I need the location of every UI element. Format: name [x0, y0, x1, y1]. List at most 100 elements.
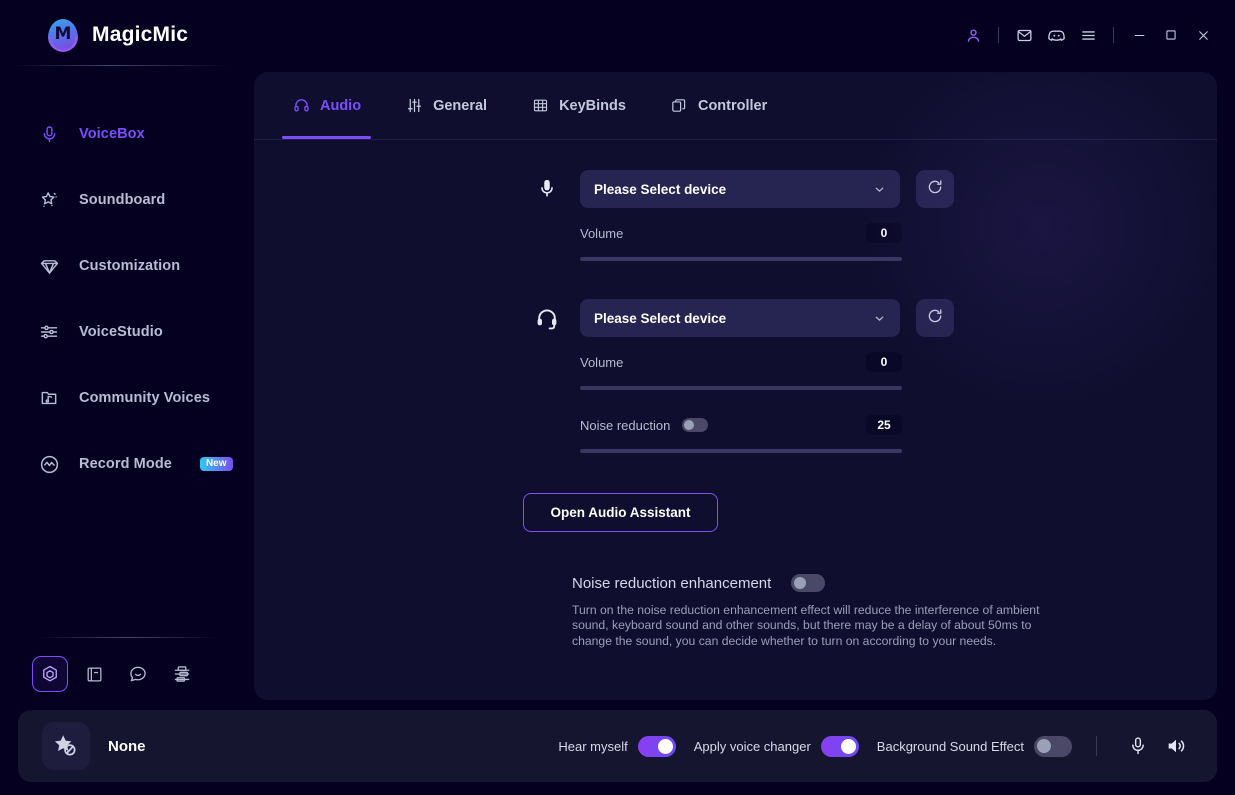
tab-bar: Audio General KeyBinds Controller	[254, 72, 1217, 140]
hear-myself-label: Hear myself	[558, 738, 628, 754]
noise-enhancement-toggle[interactable]	[791, 574, 826, 592]
sidebar-item-voicebox[interactable]: VoiceBox	[0, 113, 254, 155]
output-volume-value[interactable]: 0	[866, 352, 902, 372]
diamond-icon	[38, 255, 60, 277]
tab-general[interactable]: General	[383, 73, 509, 139]
noise-reduction-slider[interactable]	[580, 449, 902, 453]
apply-voice-changer-control: Apply voice changer	[693, 735, 859, 757]
divider	[1113, 27, 1114, 43]
noise-enhancement-description: Turn on the noise reduction enhancement …	[572, 603, 1040, 648]
background-sound-effect-label: Background Sound Effect	[876, 738, 1024, 754]
hear-myself-toggle[interactable]	[637, 735, 676, 757]
noise-reduction-label: Noise reduction	[580, 417, 671, 433]
sidebar-item-record-mode[interactable]: Record Mode New	[0, 443, 254, 485]
sidebar-item-customization[interactable]: Customization	[0, 245, 254, 287]
output-refresh-button[interactable]	[916, 299, 954, 337]
minimize-button[interactable]	[1123, 19, 1155, 51]
mail-icon[interactable]	[1008, 19, 1040, 51]
sidebar: VoiceBox Soundboard Customization VoiceS…	[0, 65, 254, 710]
tab-label: General	[433, 97, 488, 114]
background-sound-effect-control: Background Sound Effect	[876, 735, 1072, 757]
hexagon-target-icon[interactable]	[32, 656, 68, 692]
sidebar-item-label: Community Voices	[79, 390, 211, 406]
discord-icon[interactable]	[1040, 19, 1072, 51]
flowchart-icon[interactable]	[164, 656, 200, 692]
sidebar-nav: VoiceBox Soundboard Customization VoiceS…	[0, 113, 254, 509]
account-icon[interactable]	[957, 19, 989, 51]
noise-enhancement-title: Noise reduction enhancement	[572, 574, 772, 592]
input-device-value: Please Select device	[594, 181, 727, 197]
microphone-icon[interactable]	[1123, 731, 1153, 761]
output-device-row: Please Select device	[254, 299, 1217, 337]
current-voice-chip[interactable]: None	[42, 722, 146, 770]
tab-label: Controller	[697, 97, 768, 114]
noise-enhancement-head: Noise reduction enhancement	[572, 574, 1217, 592]
divider	[998, 27, 999, 43]
sliders-icon	[405, 97, 423, 115]
noise-enhancement-section: Noise reduction enhancement Turn on the …	[254, 574, 1217, 649]
star-none-icon	[42, 722, 90, 770]
divider	[1096, 736, 1097, 756]
sidebar-mini-icon-row	[32, 656, 200, 692]
grid-icon	[531, 97, 549, 115]
close-button[interactable]	[1187, 19, 1219, 51]
background-sound-effect-toggle[interactable]	[1034, 735, 1072, 757]
open-audio-assistant-button[interactable]: Open Audio Assistant	[523, 493, 718, 532]
sidebar-item-voicestudio[interactable]: VoiceStudio	[0, 311, 254, 353]
hear-myself-control: Hear myself	[558, 735, 676, 757]
speaker-icon[interactable]	[1161, 731, 1191, 761]
menu-icon[interactable]	[1072, 19, 1104, 51]
sidebar-bottom-divider	[38, 637, 218, 638]
brand: M MagicMic	[48, 19, 189, 52]
input-volume-head: Volume 0	[580, 222, 902, 244]
chat-bubble-icon[interactable]	[120, 656, 156, 692]
audio-assistant-row: Open Audio Assistant	[254, 493, 1217, 532]
input-device-row: Please Select device	[254, 170, 1217, 208]
input-device-select[interactable]: Please Select device	[580, 170, 900, 208]
tab-audio[interactable]: Audio	[270, 73, 383, 139]
sidebar-item-community-voices[interactable]: Community Voices	[0, 377, 254, 419]
tab-label: KeyBinds	[559, 97, 626, 114]
input-refresh-button[interactable]	[916, 170, 954, 208]
tab-keybinds[interactable]: KeyBinds	[509, 73, 648, 139]
book-icon[interactable]	[76, 656, 112, 692]
music-folder-icon	[38, 387, 60, 409]
headphones-icon	[292, 97, 310, 115]
noise-reduction-value[interactable]: 25	[866, 415, 902, 435]
waveform-circle-icon	[38, 453, 60, 475]
chevron-down-icon	[873, 312, 886, 325]
magicmic-logo-icon: M	[48, 19, 78, 52]
sidebar-item-label: Customization	[79, 258, 181, 274]
headset-icon	[530, 301, 564, 335]
sliders-icon	[38, 321, 60, 343]
app-title: MagicMic	[92, 23, 189, 46]
input-volume-label: Volume	[580, 225, 624, 241]
output-volume-slider-block: Volume 0	[254, 351, 902, 390]
copy-icon	[670, 97, 688, 115]
footer-controls: Hear myself Apply voice changer Backgrou…	[540, 731, 1191, 761]
noise-reduction-head: Noise reduction 25	[580, 414, 902, 436]
maximize-button[interactable]	[1155, 19, 1187, 51]
sidebar-item-label: Record Mode	[79, 456, 172, 472]
input-volume-value[interactable]: 0	[866, 223, 902, 243]
input-volume-slider[interactable]	[580, 257, 902, 261]
refresh-icon	[926, 178, 944, 201]
output-volume-label: Volume	[580, 354, 624, 370]
current-voice-name: None	[108, 737, 146, 755]
tab-controller[interactable]: Controller	[648, 73, 789, 139]
output-volume-head: Volume 0	[580, 351, 902, 373]
apply-voice-changer-toggle[interactable]	[820, 735, 859, 757]
output-volume-slider[interactable]	[580, 386, 902, 390]
main-panel: Audio General KeyBinds Controller Please…	[254, 72, 1217, 700]
sidebar-item-label: VoiceStudio	[79, 324, 163, 340]
output-device-value: Please Select device	[594, 310, 727, 326]
output-device-select[interactable]: Please Select device	[580, 299, 900, 337]
magic-wand-icon	[38, 189, 60, 211]
apply-voice-changer-label: Apply voice changer	[693, 738, 811, 754]
window-actions	[957, 19, 1219, 51]
chevron-down-icon	[873, 183, 886, 196]
sidebar-item-soundboard[interactable]: Soundboard	[0, 179, 254, 221]
microphone-icon	[530, 172, 564, 206]
microphone-icon	[38, 123, 60, 145]
noise-reduction-toggle[interactable]	[682, 418, 709, 432]
